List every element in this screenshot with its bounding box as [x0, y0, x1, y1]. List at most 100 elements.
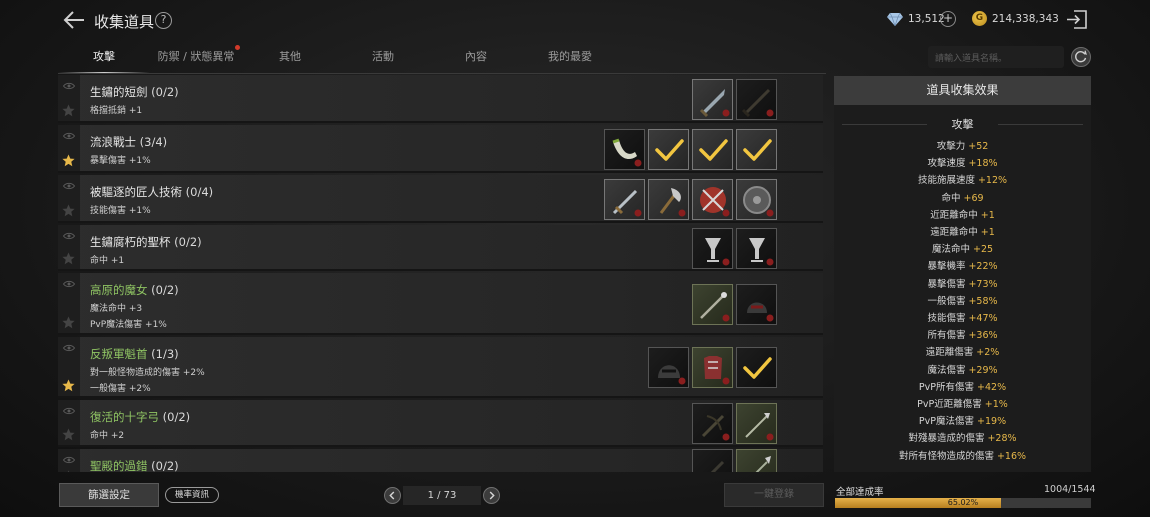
- eye-icon[interactable]: [63, 182, 75, 190]
- search-input[interactable]: 請輸入道具名稱。: [928, 46, 1064, 68]
- eye-icon[interactable]: [63, 407, 75, 415]
- alert-dot: [235, 45, 240, 50]
- eye-icon[interactable]: [63, 232, 75, 240]
- chalice-icon: [705, 238, 730, 266]
- tab-defense-status[interactable]: 防禦 / 狀態異常: [150, 44, 242, 74]
- item-slot[interactable]: [736, 228, 777, 269]
- collection-bonus: 命中 +2: [90, 431, 125, 441]
- effect-stat-value: +1%: [984, 399, 1008, 410]
- tab-event[interactable]: 活動: [337, 44, 429, 74]
- eye-icon[interactable]: [63, 280, 75, 288]
- item-slot[interactable]: [648, 347, 689, 388]
- collection-progress: (0/2): [147, 283, 179, 297]
- item-slot[interactable]: [736, 347, 777, 388]
- item-slot[interactable]: [692, 347, 733, 388]
- blade-icon: [710, 460, 725, 472]
- row-side-controls: [58, 449, 80, 472]
- row-side-controls: [58, 400, 80, 445]
- effect-stat-label: 技能施展速度: [917, 175, 978, 187]
- effect-stat: 一般傷害 +58%: [834, 293, 1091, 307]
- effect-stat: 暴擊傷害 +73%: [834, 276, 1091, 290]
- tab-content[interactable]: 內容: [430, 44, 522, 74]
- eye-icon[interactable]: [63, 344, 75, 352]
- row-side-controls: [58, 225, 80, 269]
- effect-stat-value: +1: [980, 209, 995, 221]
- effect-stat-label: 攻擊速度: [927, 158, 969, 170]
- diamond-icon: [887, 12, 903, 26]
- effect-stat: 遠距離傷害 +2%: [834, 344, 1091, 358]
- collection-row[interactable]: 高原的魔女 (0/2) 魔法命中 +3 PvP魔法傷害 +1%: [58, 273, 823, 335]
- collection-row[interactable]: 復活的十字弓 (0/2) 命中 +2: [58, 400, 823, 447]
- item-slot[interactable]: [692, 228, 733, 269]
- filter-settings-button[interactable]: 篩選設定: [59, 483, 159, 507]
- page-prev-icon[interactable]: [384, 487, 401, 504]
- favorite-star-icon[interactable]: [62, 204, 75, 217]
- effect-stat-label: 遠距離命中: [930, 227, 981, 238]
- tab-favorites[interactable]: 我的最愛: [524, 44, 616, 74]
- collection-row[interactable]: 聖殿的過錯 (0/2): [58, 449, 823, 472]
- favorite-star-icon[interactable]: [62, 379, 75, 392]
- item-slot[interactable]: [692, 79, 733, 120]
- collection-row[interactable]: 生鏽腐朽的聖杯 (0/2) 命中 +1: [58, 225, 823, 271]
- tab-attack[interactable]: 攻擊: [58, 44, 150, 74]
- effect-stat-value: +52: [968, 141, 989, 152]
- item-slot[interactable]: [692, 449, 733, 472]
- collection-row[interactable]: 生鏽的短劍 (0/2) 格擋抵銷 +1: [58, 75, 823, 123]
- collection-bonus: 暴擊傷害 +1%: [90, 156, 151, 166]
- collection-progress: (3/4): [136, 135, 168, 149]
- item-slot[interactable]: [648, 179, 689, 220]
- item-slot[interactable]: [692, 179, 733, 220]
- exit-icon[interactable]: [1066, 9, 1088, 30]
- favorite-star-icon[interactable]: [62, 252, 75, 265]
- item-slot[interactable]: [736, 449, 777, 472]
- collection-row[interactable]: 流浪戰士 (3/4) 暴擊傷害 +1%: [58, 125, 823, 173]
- back-arrow-icon[interactable]: [62, 9, 86, 31]
- item-slot[interactable]: [736, 284, 777, 325]
- collection-row[interactable]: 反叛軍魁首 (1/3) 對一般怪物造成的傷害 +2% 一般傷害 +2%: [58, 337, 823, 398]
- help-button[interactable]: ?: [155, 12, 172, 29]
- chalice-icon: [749, 238, 774, 266]
- favorite-star-icon[interactable]: [62, 154, 75, 167]
- effect-stat: 魔法傷害 +29%: [834, 362, 1091, 376]
- refresh-icon[interactable]: [1071, 47, 1091, 67]
- item-slot[interactable]: [736, 129, 777, 170]
- item-slot[interactable]: [736, 179, 777, 220]
- add-diamond-button[interactable]: +: [940, 11, 956, 27]
- item-slot[interactable]: [692, 284, 733, 325]
- effect-stat-value: +69: [963, 192, 984, 204]
- eye-icon[interactable]: [63, 456, 75, 464]
- effect-stat-value: +12%: [977, 175, 1008, 187]
- item-slot[interactable]: [648, 129, 689, 170]
- item-slot[interactable]: [736, 403, 777, 444]
- item-slot[interactable]: [604, 129, 645, 170]
- eye-icon[interactable]: [63, 132, 75, 140]
- register-all-button[interactable]: 一鍵登錄: [724, 483, 824, 507]
- favorite-star-icon[interactable]: [62, 104, 75, 117]
- collection-bonus: 對一般怪物造成的傷害 +2%: [90, 368, 205, 378]
- sword-icon: [612, 189, 642, 217]
- eye-icon[interactable]: [63, 82, 75, 90]
- item-slot[interactable]: [604, 179, 645, 220]
- item-slot[interactable]: [692, 403, 733, 444]
- item-slot[interactable]: [692, 129, 733, 170]
- favorite-star-icon[interactable]: [62, 470, 75, 472]
- tab-other[interactable]: 其他: [244, 44, 336, 74]
- effect-stat-value: +16%: [996, 450, 1027, 462]
- item-slot[interactable]: [736, 79, 777, 120]
- probability-info-button[interactable]: 機率資訊: [165, 487, 219, 503]
- effect-stat-label: 所有傷害: [927, 330, 969, 342]
- favorite-star-icon[interactable]: [62, 428, 75, 441]
- effect-stat-label: 魔法傷害: [927, 364, 969, 376]
- effect-stat-value: +19%: [977, 416, 1007, 428]
- collection-title: 聖殿的過錯: [90, 459, 148, 472]
- completion-percent: 65.02%: [947, 498, 979, 507]
- favorite-star-icon[interactable]: [62, 316, 75, 329]
- collection-name: 被驅逐的匠人技術 (0/4): [90, 184, 213, 200]
- page-next-icon[interactable]: [483, 487, 500, 504]
- collection-progress: (0/2): [147, 459, 179, 472]
- collection-row[interactable]: 被驅逐的匠人技術 (0/4) 技能傷害 +1%: [58, 175, 823, 223]
- completion-progress-bar: 65.02%: [835, 498, 1091, 508]
- collection-effects-panel: 道具收集效果 攻擊 攻擊力 +52 攻擊速度 +18% 技能施展速度 +12% 命中 …: [834, 76, 1091, 472]
- effect-stat: PvP魔法傷害 +19%: [834, 413, 1091, 427]
- collection-list[interactable]: 生鏽的短劍 (0/2) 格擋抵銷 +1 流浪戰士 (3/4) 暴擊傷害 +1% 被驅逐的…: [58, 75, 826, 472]
